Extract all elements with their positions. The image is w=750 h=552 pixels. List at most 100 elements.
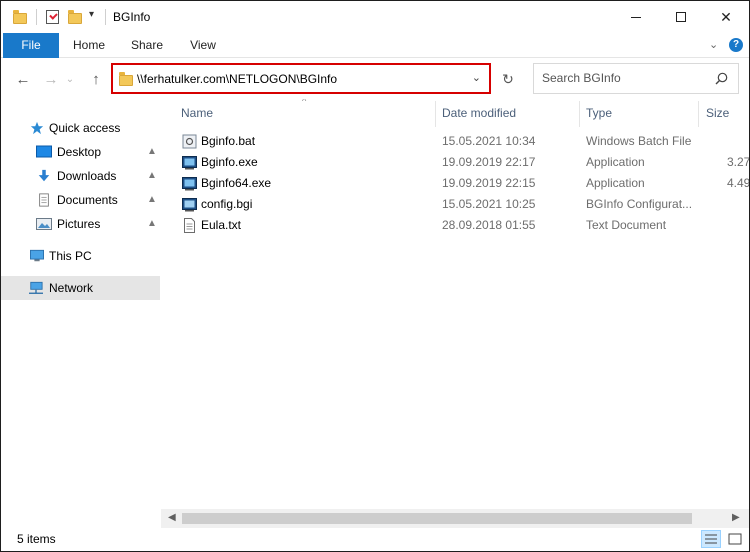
pin-icon[interactable]: ▲ [147,170,157,181]
file-type: Text Document [586,218,667,232]
text-file-icon [184,218,195,233]
large-icons-view-icon [728,533,742,545]
sidebar-item-label: Documents [57,193,118,207]
chevron-down-icon: ⌄ [65,73,75,85]
sidebar-item-label: Downloads [57,169,117,183]
details-view-button[interactable] [701,530,721,548]
file-size: 4.49 [727,176,749,190]
up-button[interactable]: ↑ [85,68,107,90]
back-button[interactable]: ← [12,68,34,90]
file-type: Application [586,155,645,169]
file-list: ^ Name Date modified Type Size Bginfo.ba… [161,99,749,509]
application-icon [182,156,197,170]
file-name: Bginfo.exe [201,155,258,169]
refresh-button[interactable]: ↻ [497,68,519,90]
pin-icon[interactable]: ▲ [147,146,157,157]
column-header-name[interactable]: Name [181,106,213,120]
column-header-date-modified[interactable]: Date modified [442,106,516,120]
help-icon[interactable]: ? [729,38,743,52]
maximize-icon [676,12,686,22]
large-icons-view-button[interactable] [725,530,745,548]
quick-access-separator [36,9,37,25]
search-icon[interactable] [715,72,728,85]
ribbon-tabs: File Home Share View ⌄ ? [1,33,749,58]
explorer-window: ▾ BGInfo ✕ File Home Share View ⌄ ? ← → … [0,0,750,552]
arrow-up-icon: ↑ [92,70,100,88]
tab-home[interactable]: Home [63,33,115,58]
sidebar-item-network[interactable]: Network [1,276,160,300]
column-divider[interactable] [435,101,436,127]
sidebar-item-quick-access[interactable]: Quick access [1,116,160,140]
file-date: 15.05.2021 10:25 [442,197,536,211]
tab-file[interactable]: File [3,33,59,58]
network-icon [29,281,43,294]
scroll-left-icon[interactable]: ◀ [168,512,176,523]
scroll-right-icon[interactable]: ▶ [732,512,740,523]
navigation-pane: Quick access Desktop ▲ Downloads ▲ Docum… [1,99,161,527]
batch-file-icon [182,134,197,149]
search-box[interactable] [533,63,739,94]
sidebar-item-label: Desktop [57,145,102,159]
new-folder-icon[interactable] [68,10,82,24]
desktop-icon [36,145,52,158]
file-row[interactable]: config.bgi 15.05.2021 10:25 BGInfo Confi… [179,194,749,215]
properties-icon[interactable] [46,10,59,24]
address-dropdown-icon[interactable]: ⌄ [472,71,481,84]
sidebar-item-label: Quick access [49,121,121,135]
file-type: Application [586,176,645,190]
details-view-icon [705,534,717,544]
status-bar: 5 items [1,528,749,551]
column-divider[interactable] [698,101,699,127]
sidebar-item-label: Network [49,281,94,295]
sidebar-item-label: Pictures [57,217,101,231]
pin-icon[interactable]: ▲ [147,194,157,205]
sidebar-item-pictures[interactable]: Pictures ▲ [1,212,160,236]
search-input[interactable] [542,71,712,85]
column-header-type[interactable]: Type [586,106,612,120]
sidebar-item-desktop[interactable]: Desktop ▲ [1,140,160,164]
bgi-file-icon [182,198,197,212]
sidebar-item-downloads[interactable]: Downloads ▲ [1,164,160,188]
file-row[interactable]: Bginfo.exe 19.09.2019 22:17 Application … [179,152,749,173]
file-date: 19.09.2019 22:17 [442,155,536,169]
folder-icon [119,72,133,86]
file-row[interactable]: Bginfo64.exe 19.09.2019 22:15 Applicatio… [179,173,749,194]
title-bar: ▾ BGInfo ✕ [1,1,749,33]
scrollbar-thumb[interactable] [182,513,692,524]
tab-view[interactable]: View [177,33,229,58]
file-name: Bginfo64.exe [201,176,272,190]
quick-access-dropdown[interactable]: ▾ [89,9,94,20]
expand-ribbon-icon[interactable]: ⌄ [709,38,718,51]
recent-locations-button[interactable]: ⌄ [63,68,77,90]
documents-icon [39,193,49,207]
file-name: Eula.txt [201,218,242,232]
column-header-size[interactable]: Size [706,106,729,120]
sidebar-item-label: This PC [49,249,92,263]
sidebar-item-this-pc[interactable]: This PC [1,244,160,268]
column-divider[interactable] [579,101,580,127]
file-row[interactable]: Eula.txt 28.09.2018 01:55 Text Document [179,215,749,236]
file-date: 28.09.2018 01:55 [442,218,536,232]
file-name: Bginfo.bat [201,134,256,148]
forward-button[interactable]: → [40,68,62,90]
file-row[interactable]: Bginfo.bat 15.05.2021 10:34 Windows Batc… [179,131,749,152]
computer-icon [30,249,44,262]
address-path[interactable]: \\ferhatulker.com\NETLOGON\BGInfo [137,72,337,86]
address-bar[interactable]: \\ferhatulker.com\NETLOGON\BGInfo ⌄ [111,63,491,94]
file-type: Windows Batch File [586,134,692,148]
application-icon [182,177,197,191]
arrow-right-icon: → [43,70,59,88]
window-title: BGInfo [113,10,151,24]
close-button[interactable]: ✕ [703,1,749,33]
tab-share[interactable]: Share [121,33,173,58]
item-count: 5 items [17,532,56,546]
minimize-button[interactable] [613,1,659,33]
horizontal-scrollbar[interactable]: ◀ ▶ [161,509,749,528]
star-icon [30,121,44,135]
sort-indicator-icon: ^ [302,99,307,106]
pin-icon[interactable]: ▲ [147,218,157,229]
refresh-icon: ↻ [502,71,514,87]
navigation-bar: ← → ⌄ ↑ \\ferhatulker.com\NETLOGON\BGInf… [1,59,749,99]
maximize-button[interactable] [658,1,704,33]
sidebar-item-documents[interactable]: Documents ▲ [1,188,160,212]
